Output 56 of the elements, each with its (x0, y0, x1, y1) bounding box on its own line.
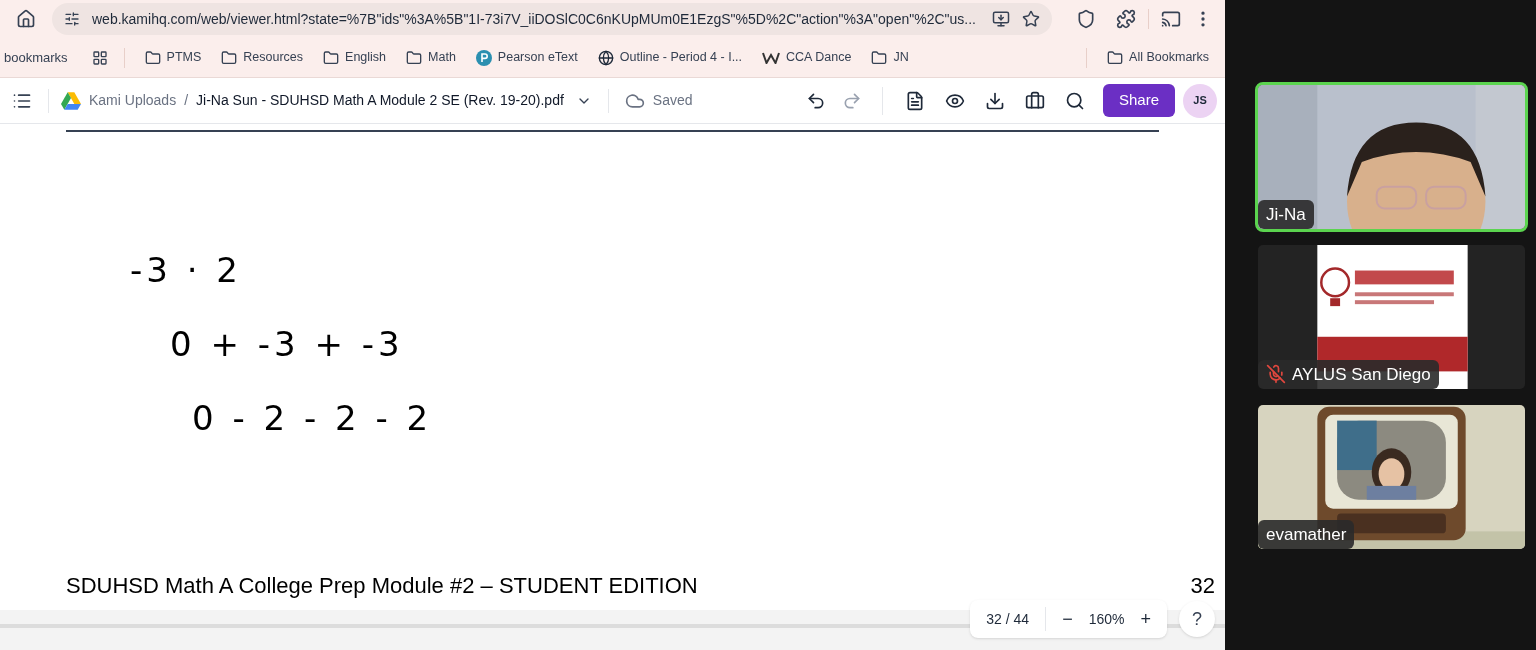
zoom-out-button[interactable]: − (1062, 605, 1073, 633)
folder-link[interactable]: Kami Uploads (89, 90, 177, 111)
handwritten-text: 0 - 2 - 2 - 2 (192, 398, 433, 438)
extensions-icon[interactable] (1116, 9, 1136, 29)
folder-icon (406, 49, 423, 66)
bookmark-link[interactable]: bookmarks (4, 47, 68, 68)
url-text: web.kamihq.com/web/viewer.html?state=%7B"ids"%3A%5B"1I-73i7V_iiDOSlC0C6nKUpMUm0E1EzgS"%5D%2C"action"%3A"open"%2C"us... (92, 9, 977, 29)
cast-icon[interactable] (1161, 9, 1181, 29)
folder-icon (323, 49, 340, 66)
bookmark-item[interactable]: JN (871, 48, 909, 67)
bookmark-item[interactable]: CCA Dance (762, 48, 852, 67)
undo-icon[interactable] (805, 90, 826, 111)
w-logo-icon (762, 51, 781, 64)
circle-logo-icon (475, 49, 492, 66)
breadcrumb-separator: / (184, 91, 189, 110)
page-counter: 32 / 44 (986, 609, 1030, 629)
star-icon[interactable] (1022, 10, 1040, 28)
video-tile[interactable]: Ji-Na (1255, 82, 1528, 232)
muted-microphone-icon (1266, 364, 1286, 385)
bookmark-item[interactable]: English (323, 48, 387, 67)
save-status: Saved (652, 91, 693, 110)
participant-name: Ji-Na (1266, 203, 1306, 226)
user-avatar[interactable]: JS (1183, 83, 1217, 118)
help-button[interactable]: ? (1179, 601, 1215, 637)
file-name: Ji-Na Sun - SDUHSD Math A Module 2 SE (Rev. 19-20).pdf (196, 91, 564, 110)
handwritten-text: 0 + -3 + -3 (170, 324, 404, 364)
zoom-level: 160% (1088, 609, 1125, 629)
briefcase-icon[interactable] (1024, 90, 1045, 111)
share-button[interactable]: Share (1102, 84, 1175, 117)
install-icon[interactable] (992, 10, 1010, 28)
folder-icon (1107, 49, 1124, 66)
bookmark-item[interactable]: Resources (221, 48, 304, 67)
bookmark-item[interactable]: Outline - Period 4 - I... (597, 48, 743, 67)
video-tile[interactable]: evamather (1255, 402, 1528, 552)
globe-icon (597, 49, 614, 66)
zoom-in-button[interactable]: + (1140, 605, 1151, 633)
bookmark-item[interactable]: Math (406, 48, 456, 67)
search-icon[interactable] (1064, 90, 1085, 111)
participant-name: AYLUS San Diego (1292, 363, 1431, 386)
folder-icon (221, 49, 238, 66)
handwritten-text: -3 · 2 (130, 250, 242, 290)
address-bar[interactable]: web.kamihq.com/web/viewer.html?state=%7B"ids"%3A%5B"1I-73i7V_iiDOSlC0C6nKUpMUm0E1EzgS"%5D%2C"action"%3A"open"%2C"us... (52, 3, 1052, 35)
folder-icon (144, 49, 161, 66)
page-number: 32 (1190, 572, 1215, 600)
participant-name: evamather (1266, 523, 1347, 546)
page-footer: SDUHSD Math A College Prep Module #2 – STUDENT EDITION (66, 569, 698, 602)
drive-logo-icon (61, 91, 81, 110)
bookmark-item[interactable]: Pearson eText (475, 48, 578, 67)
download-icon[interactable] (984, 90, 1005, 111)
site-settings-icon[interactable] (64, 11, 80, 27)
home-icon[interactable] (16, 9, 36, 29)
bookmark-item[interactable]: All Bookmarks (1107, 48, 1209, 67)
bookmark-item[interactable]: PTMS (144, 48, 202, 67)
shield-icon[interactable] (1076, 9, 1096, 29)
video-tile[interactable]: AYLUS San Diego (1255, 242, 1528, 392)
folder-icon (871, 49, 888, 66)
